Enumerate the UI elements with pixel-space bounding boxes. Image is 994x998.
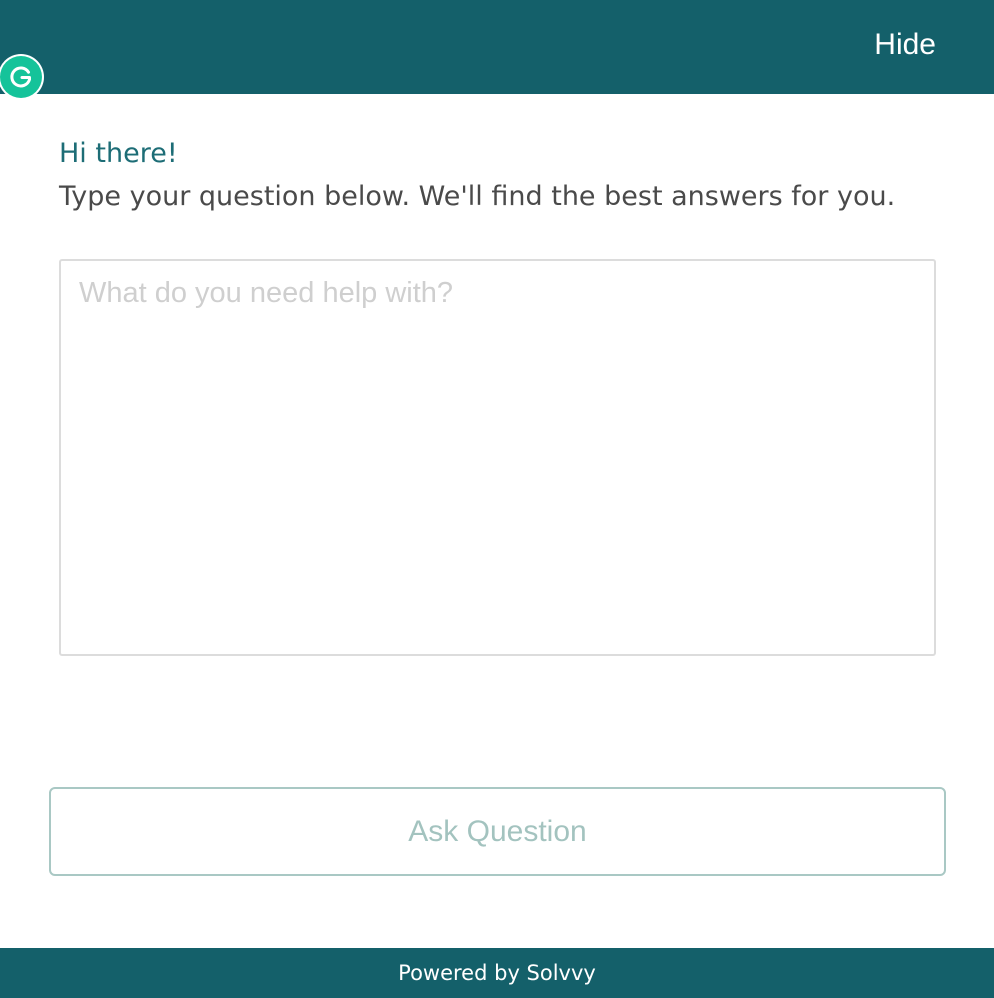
- widget-footer: Powered by Solvvy: [0, 948, 994, 998]
- widget-header: Hide: [0, 0, 994, 94]
- instructions-text: Type your question below. We'll find the…: [59, 181, 896, 212]
- powered-by-link[interactable]: Powered by Solvvy: [398, 959, 596, 987]
- grammarly-badge[interactable]: [0, 56, 42, 98]
- greeting-heading: Hi there!: [59, 138, 178, 169]
- question-input[interactable]: [59, 259, 936, 656]
- hide-button[interactable]: Hide: [874, 26, 936, 64]
- ask-question-button[interactable]: Ask Question: [49, 787, 946, 876]
- grammarly-g-icon: [10, 66, 31, 88]
